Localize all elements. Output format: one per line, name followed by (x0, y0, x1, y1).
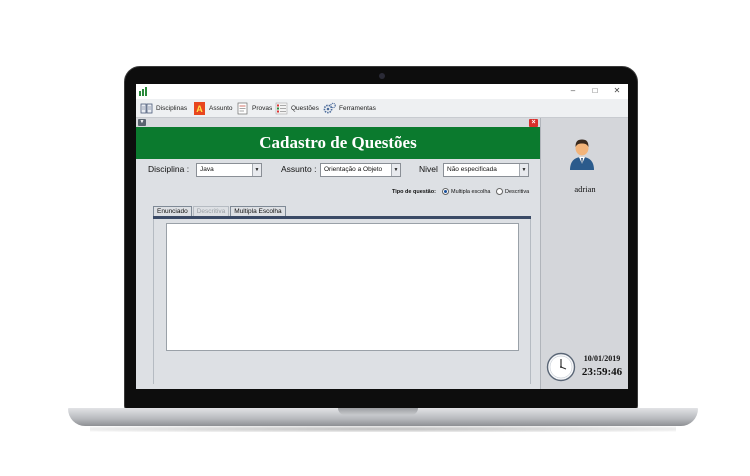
form-header: Cadastro de Questões (136, 127, 540, 159)
chevron-down-icon: ▼ (391, 164, 400, 176)
radio-label: Descritiva (505, 188, 530, 195)
book-icon (140, 103, 153, 114)
toolbar-ferramentas-button[interactable]: Ferramentas (323, 101, 376, 116)
toolbar-questoes-button[interactable]: Questões (275, 101, 319, 116)
nivel-select[interactable]: Não especificada ▼ (443, 163, 529, 177)
user-avatar-icon (570, 139, 594, 170)
tab-bar: Enunciado Descritiva Multipla Escolha (153, 206, 287, 216)
chevron-down-icon: ▼ (519, 164, 528, 176)
user-sidebar: adrian 10/01/2019 23:59:46 (540, 118, 628, 389)
close-frame-button[interactable]: × (529, 119, 538, 127)
question-form-panel: Cadastro de Questões Disciplina : Java ▼… (136, 127, 540, 389)
disciplina-select[interactable]: Java ▼ (196, 163, 262, 177)
radio-label: Multipla escolha (451, 188, 491, 195)
radio-unselected-icon (496, 188, 503, 195)
maximize-button[interactable]: □ (588, 85, 602, 97)
clock-icon (546, 352, 576, 382)
minimize-button[interactable]: – (566, 85, 580, 97)
assunto-select[interactable]: Orientação a Objeto ▼ (320, 163, 401, 177)
nivel-selected-value: Não especificada (447, 166, 497, 173)
toolbar-label: Assunto (209, 105, 233, 112)
frame-menu-chevron-down-icon[interactable]: ▼ (138, 119, 146, 126)
letter-a-icon: A (194, 102, 205, 115)
laptop-shadow (90, 426, 676, 432)
disciplina-selected-value: Java (200, 166, 214, 173)
current-date: 10/01/2019 (583, 354, 621, 363)
disciplina-label: Disciplina : (148, 164, 190, 174)
toolbar-disciplinas-button[interactable]: Disciplinas (140, 101, 187, 116)
laptop-notch (338, 408, 418, 415)
tipo-questao-label: Tipo de questão: (392, 189, 436, 195)
main-toolbar: Disciplinas A Assunto Provas Questões Fe… (136, 99, 628, 118)
radio-descritiva[interactable]: Descritiva (496, 188, 529, 195)
assunto-selected-value: Orientação a Objeto (324, 166, 383, 173)
toolbar-label: Questões (291, 105, 319, 112)
current-time: 23:59:46 (581, 366, 623, 378)
tab-enunciado[interactable]: Enunciado (153, 206, 192, 216)
gears-icon (323, 102, 336, 114)
laptop-mockup: – □ ✕ Disciplinas A Assunto Provas Quest… (0, 0, 750, 476)
enunciado-textarea[interactable] (166, 223, 519, 351)
app-window: – □ ✕ Disciplinas A Assunto Provas Quest… (136, 84, 628, 389)
internal-frame-bar: ▼ × (136, 118, 540, 127)
toolbar-assunto-button[interactable]: A Assunto (193, 101, 233, 116)
assunto-label: Assunto : (281, 164, 317, 174)
username: adrian (574, 184, 596, 194)
radio-selected-icon (442, 188, 449, 195)
chevron-down-icon: ▼ (252, 164, 261, 176)
nivel-label: Nivel (419, 164, 438, 174)
close-window-button[interactable]: ✕ (610, 85, 624, 97)
questions-icon (275, 102, 288, 115)
tab-content (153, 219, 531, 384)
radio-multipla-escolha[interactable]: Multipla escolha (442, 188, 490, 195)
exam-icon (237, 102, 248, 115)
toolbar-label: Provas (252, 105, 273, 112)
svg-text:A: A (196, 104, 203, 114)
tab-multipla-escolha[interactable]: Multipla Escolha (230, 206, 286, 216)
toolbar-provas-button[interactable]: Provas (236, 101, 272, 116)
tab-descritiva[interactable]: Descritiva (192, 206, 230, 216)
title-bar: – □ ✕ (136, 84, 628, 99)
toolbar-label: Ferramentas (339, 105, 376, 112)
page-title: Cadastro de Questões (259, 133, 417, 152)
webcam (379, 73, 385, 79)
app-icon (139, 87, 147, 96)
toolbar-label: Disciplinas (156, 105, 188, 112)
